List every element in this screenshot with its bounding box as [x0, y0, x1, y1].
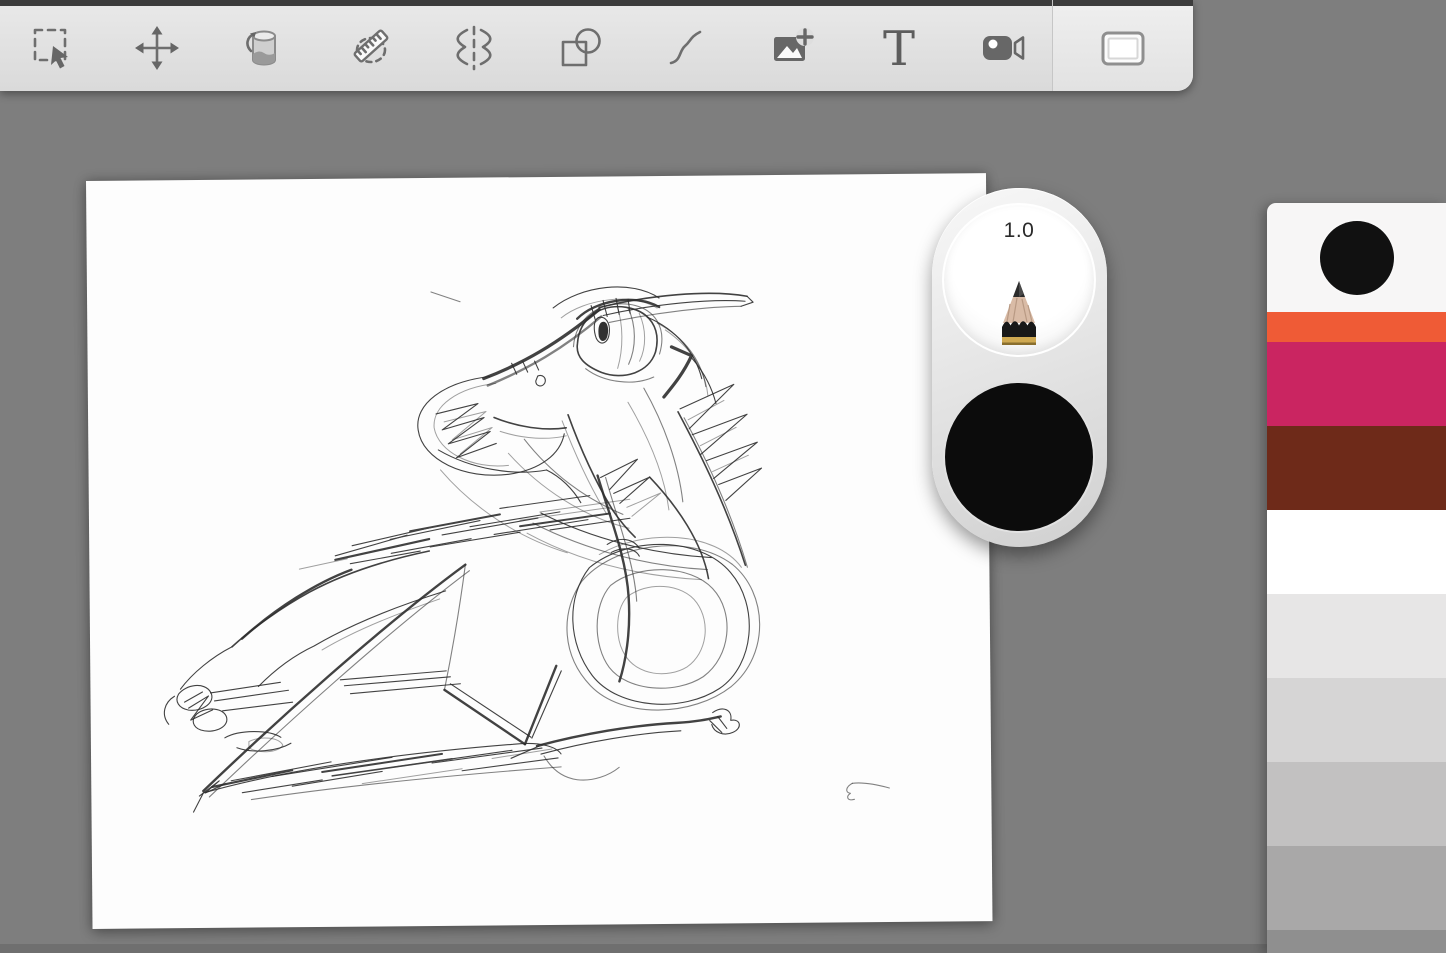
- drawing-canvas[interactable]: [86, 173, 992, 929]
- palette-swatch-orange[interactable]: [1267, 312, 1446, 342]
- current-color-indicator[interactable]: [1320, 221, 1394, 295]
- color-palette-panel: [1267, 203, 1446, 953]
- brush-size-control[interactable]: 1.0: [942, 203, 1096, 357]
- text-tool-glyph: T: [883, 24, 915, 72]
- palette-swatch-dark-brown[interactable]: [1267, 426, 1446, 510]
- brush-size-value: 1.0: [944, 219, 1094, 243]
- selection-tool-button[interactable]: [21, 16, 85, 80]
- palette-swatch-gray-5[interactable]: [1267, 930, 1446, 953]
- ruler-guides-icon: [346, 24, 396, 72]
- shapes-tool-button[interactable]: [549, 16, 613, 80]
- fill-bucket-icon: [240, 24, 288, 72]
- camera-timelapse-icon: [980, 24, 1028, 72]
- import-image-icon: [768, 24, 818, 72]
- bottom-edge-strip: [0, 944, 1267, 953]
- fullscreen-button[interactable]: [1091, 16, 1155, 80]
- transform-tool-button[interactable]: [125, 16, 189, 80]
- timelapse-tool-button[interactable]: [972, 16, 1036, 80]
- sketch-app-window: { "app": { "kind": "drawing-application"…: [0, 0, 1446, 953]
- import-image-tool-button[interactable]: [761, 16, 825, 80]
- text-tool-button[interactable]: T: [867, 16, 931, 80]
- palette-swatch-gray-4[interactable]: [1267, 846, 1446, 930]
- palette-swatch-gray-1[interactable]: [1267, 594, 1446, 678]
- palette-swatch-white[interactable]: [1267, 510, 1446, 594]
- main-toolbar: T: [0, 0, 1193, 91]
- palette-swatch-gray-3[interactable]: [1267, 762, 1446, 846]
- dragon-sketch: [86, 173, 992, 929]
- symmetry-tool-button[interactable]: [442, 16, 506, 80]
- stroke-curve-icon: [662, 24, 710, 72]
- text-tool-icon: T: [875, 24, 923, 72]
- stroke-tool-button[interactable]: [654, 16, 718, 80]
- palette-swatch-magenta[interactable]: [1267, 342, 1446, 426]
- brush-color-swatch[interactable]: [943, 381, 1095, 533]
- guides-tool-button[interactable]: [339, 16, 403, 80]
- shapes-icon: [557, 24, 605, 72]
- symmetry-icon: [450, 24, 498, 72]
- brush-puck: 1.0: [932, 188, 1107, 547]
- transform-move-icon: [133, 24, 181, 72]
- fill-tool-button[interactable]: [232, 16, 296, 80]
- fullscreen-canvas-icon: [1098, 24, 1148, 72]
- selection-icon: [29, 24, 77, 72]
- palette-swatch-gray-2[interactable]: [1267, 678, 1446, 762]
- toolbar-right-section: [1052, 0, 1193, 91]
- palette-header: [1267, 203, 1446, 312]
- pencil-brush-icon: [996, 280, 1042, 353]
